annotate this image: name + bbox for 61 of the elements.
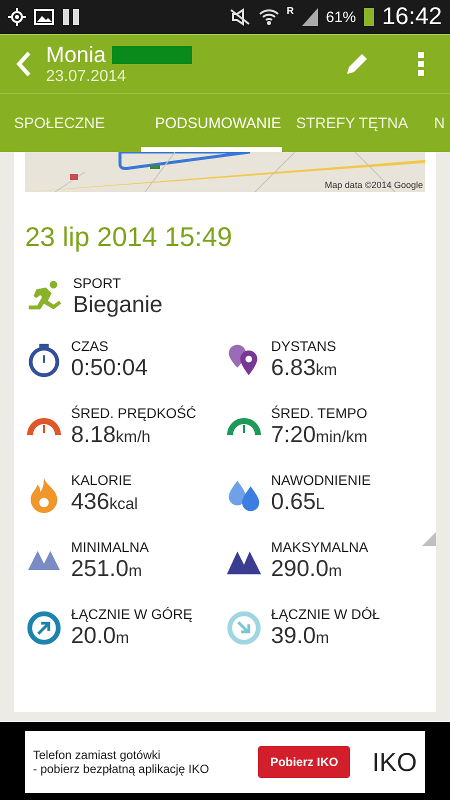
metric-label: NAWODNIENIE [271,472,371,488]
metric-unit: min/km [316,429,368,446]
signal-icon [302,8,318,26]
metric-unit: m [328,563,342,580]
mountains-icon [27,551,61,570]
metric-value: 251.0 [71,555,129,581]
roaming-indicator: R [286,6,294,17]
image-icon [34,9,54,25]
metric-label: CZAS [71,338,110,354]
mute-icon [228,8,251,26]
metric-unit: m [116,630,130,647]
pause-icon [62,8,80,26]
wifi-icon [258,8,279,26]
workout-datetime: 23 lip 2014 15:49 [25,222,234,253]
metric-value: 8.18 [71,421,116,447]
battery-icon [364,8,374,26]
metric-label: KALORIE [71,472,133,488]
metric-label: ŚRED. TEMPO [271,405,368,421]
metric-unit: km/h [116,429,150,446]
gps-icon [8,8,26,26]
metric-unit: m [128,563,142,580]
metric-value: 0:50:04 [71,354,148,380]
speedometer-icon [27,417,61,436]
ad-logo: IKO [372,746,417,778]
back-icon[interactable] [16,51,32,77]
ad-text: - pobierz bezpłatną aplikację IKO [33,762,210,776]
metric-value: 7:20 [271,421,316,447]
edit-icon[interactable] [344,51,370,77]
map-attribution: Map data ©2014 Google [324,180,423,190]
tab[interactable]: N [420,94,450,152]
metric-label: ŁĄCZNIE W DÓŁ [271,606,380,622]
tab[interactable]: SPOŁECZNE [0,94,141,152]
tab[interactable]: STREFY TĘTNA [282,94,420,152]
metric-unit: L [316,496,325,513]
metric-value: 290.0 [271,555,329,581]
metric-value: 39.0 [271,622,316,648]
metric-unit: kcal [109,496,138,513]
metric-label: MINIMALNA [71,539,149,555]
workout-date: 23.07.2014 [46,68,128,86]
metric-value: 6.83 [271,354,316,380]
clock-time: 16:42 [382,3,442,31]
metric-label: SPORT [73,275,122,291]
sport-value: Bieganie [73,291,163,318]
metric-value: 436 [71,488,110,514]
battery-percent: 61% [326,8,356,26]
athlete-name: Monia [46,42,106,68]
arrow-up-right-icon [25,608,63,646]
metric-label: MAKSYMALNA [271,539,368,555]
metric-label: ŚRED. PRĘDKOŚĆ [71,405,196,421]
ad-banner[interactable]: Telefon zamiast gotówki - pobierz bezpłatną aplikację IKO Pobierz IKO IKO [25,731,425,793]
metric-label: DYSTANS [271,338,338,354]
metric-label: ŁĄCZNIE W GÓRĘ [71,606,192,622]
metric-unit: km [316,362,338,379]
arrow-down-right-icon [225,608,263,646]
metric-value: 20.0 [71,622,116,648]
resize-corner [422,532,436,546]
ad-text: Telefon zamiast gotówki [33,748,162,762]
download-button[interactable]: Pobierz IKO [258,746,350,778]
metric-value: 0.65 [271,488,316,514]
speedometer-icon [227,417,261,436]
metric-unit: m [316,630,330,647]
